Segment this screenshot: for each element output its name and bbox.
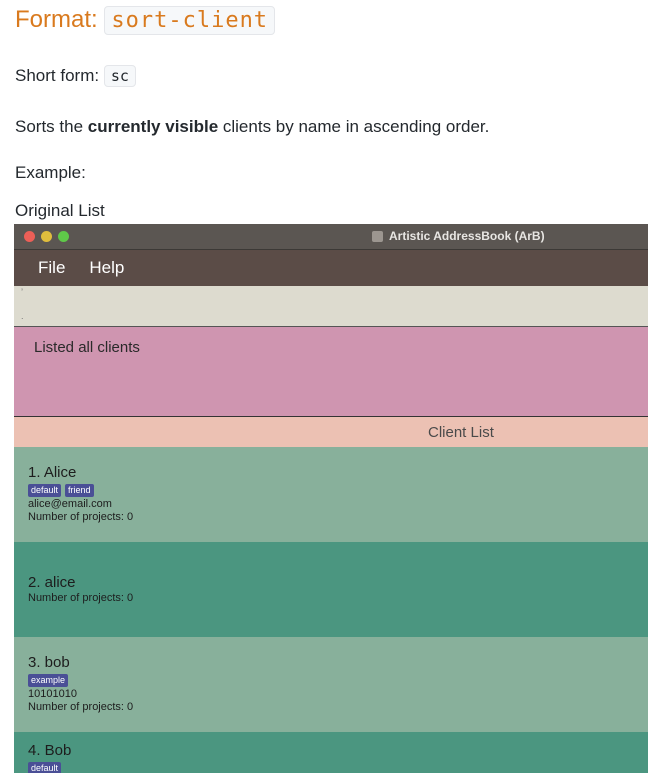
short-form-label: Short form: — [15, 66, 100, 85]
client-project-count: Number of projects: 0 — [28, 511, 134, 523]
window-title: Artistic AddressBook (ArB) — [372, 229, 545, 243]
command-box-mark: ’ — [21, 287, 23, 297]
client-email: alice@email.com — [28, 498, 112, 510]
client-tag: default — [28, 484, 62, 497]
example-label: Example: — [15, 163, 86, 182]
client-project-count: Number of projects: 0 — [28, 592, 134, 604]
command-description: Sorts the currently visible clients by n… — [15, 117, 489, 137]
menu-bar: File Help — [14, 250, 648, 286]
app-window-screenshot: Artistic AddressBook (ArB) File Help ’ .… — [14, 224, 648, 773]
client-tags: example — [28, 674, 648, 687]
original-list-caption: Original List — [15, 201, 105, 220]
command-box[interactable]: ’ . — [14, 286, 648, 327]
client-card[interactable]: 3. bob example 10101010 Number of projec… — [14, 637, 648, 732]
client-project-count: Number of projects: 0 — [28, 701, 134, 713]
result-display: Listed all clients — [14, 327, 648, 417]
short-form-line: Short form: sc — [15, 65, 136, 87]
close-window-button[interactable] — [24, 231, 35, 242]
client-tag: friend — [65, 484, 94, 497]
client-name: 4. Bob — [28, 742, 72, 759]
window-title-text: Artistic AddressBook (ArB) — [389, 229, 545, 243]
client-card[interactable]: 1. Alice default friend alice@email.com … — [14, 447, 648, 542]
short-form-code: sc — [103, 65, 136, 87]
client-tags: default — [28, 762, 648, 773]
client-card[interactable]: 2. alice Number of projects: 0 — [14, 542, 648, 637]
format-label: Format: — [15, 6, 98, 33]
client-list-header: Client List — [14, 417, 648, 447]
client-card[interactable]: 4. Bob default — [14, 732, 648, 773]
client-list-title: Client List — [428, 424, 494, 441]
description-suffix: clients by name in ascending order. — [218, 117, 490, 136]
result-text: Listed all clients — [34, 339, 140, 356]
description-bold: currently visible — [87, 117, 219, 136]
client-name: 1. Alice — [28, 464, 77, 481]
minimize-window-button[interactable] — [41, 231, 52, 242]
format-code: sort-client — [104, 6, 276, 35]
maximize-window-button[interactable] — [58, 231, 69, 242]
app-icon — [372, 230, 383, 242]
format-heading: Format: sort-client — [15, 6, 276, 35]
client-tag: default — [28, 762, 62, 773]
menu-help[interactable]: Help — [89, 258, 124, 278]
menu-file[interactable]: File — [38, 258, 65, 278]
description-prefix: Sorts the — [15, 117, 88, 136]
client-tag: example — [28, 674, 69, 687]
command-box-mark: . — [21, 311, 24, 321]
client-tags: default friend — [28, 484, 648, 497]
client-name: 3. bob — [28, 654, 70, 671]
window-titlebar: Artistic AddressBook (ArB) — [14, 224, 648, 250]
client-phone: 10101010 — [28, 688, 77, 700]
client-name: 2. alice — [28, 574, 76, 591]
